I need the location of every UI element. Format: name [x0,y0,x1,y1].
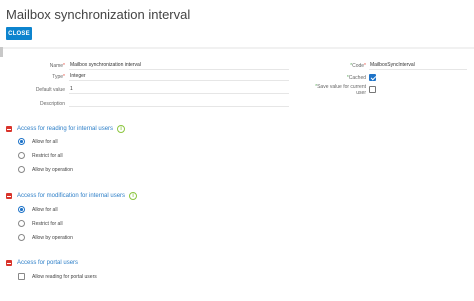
section-title: Access for modification for internal use… [17,193,126,199]
type-label: Type* [52,74,65,80]
description-field[interactable] [69,98,289,107]
collapse-icon[interactable] [6,193,12,199]
checkbox-icon[interactable] [18,273,25,280]
radio-option[interactable]: Restrict for all [18,152,63,159]
radio-icon[interactable] [18,234,25,241]
radio-icon[interactable] [18,166,25,173]
collapse-icon[interactable] [6,260,12,266]
code-label: *Code* [350,63,366,69]
radio-selected-icon[interactable] [18,206,25,213]
section-reading-internal[interactable]: Access for reading for internal users i [6,125,126,133]
radio-option[interactable]: Allow for all [18,138,58,145]
radio-icon[interactable] [18,152,25,159]
radio-label: Allow for all [32,138,58,145]
default-value-label: Default value [35,87,65,93]
portal-reading-checkbox-row[interactable]: Allow reading for portal users [18,273,97,280]
save-value-checkbox[interactable] [369,86,376,93]
header-divider [0,47,474,49]
section-portal-users[interactable]: Access for portal users [6,260,78,266]
type-field[interactable]: Integer [69,72,289,81]
radio-option[interactable]: Allow for all [18,206,58,213]
radio-icon[interactable] [18,220,25,227]
radio-selected-icon[interactable] [18,138,25,145]
description-label: Description [39,101,65,107]
name-label: Name* [49,63,65,69]
section-title: Access for portal users [17,260,79,266]
checkbox-label: Allow reading for portal users [32,273,97,280]
radio-label: Allow by operation [32,234,73,241]
radio-label: Allow for all [32,206,58,213]
radio-label: Restrict for all [32,220,63,227]
info-icon[interactable]: i [117,125,126,133]
radio-option[interactable]: Restrict for all [18,220,63,227]
cached-label: *Cached [346,75,366,81]
radio-option[interactable]: Allow by operation [18,234,73,241]
code-field[interactable]: MailboxSyncInterval [369,61,467,70]
name-field[interactable]: Mailbox synchronization interval [69,61,289,70]
default-value-field[interactable]: 1 [69,85,289,94]
save-value-label: *Save value for current user [315,84,366,96]
radio-label: Allow by operation [32,166,73,173]
info-icon[interactable]: i [129,192,138,200]
radio-label: Restrict for all [32,152,63,159]
cached-checkbox[interactable] [369,74,376,81]
close-button[interactable]: CLOSE [6,27,32,40]
section-modification-internal[interactable]: Access for modification for internal use… [6,192,138,200]
section-title: Access for reading for internal users [17,126,114,132]
page-title: Mailbox synchronization interval [6,7,191,22]
left-edge-marker [0,47,3,57]
collapse-icon[interactable] [6,126,12,132]
radio-option[interactable]: Allow by operation [18,166,73,173]
